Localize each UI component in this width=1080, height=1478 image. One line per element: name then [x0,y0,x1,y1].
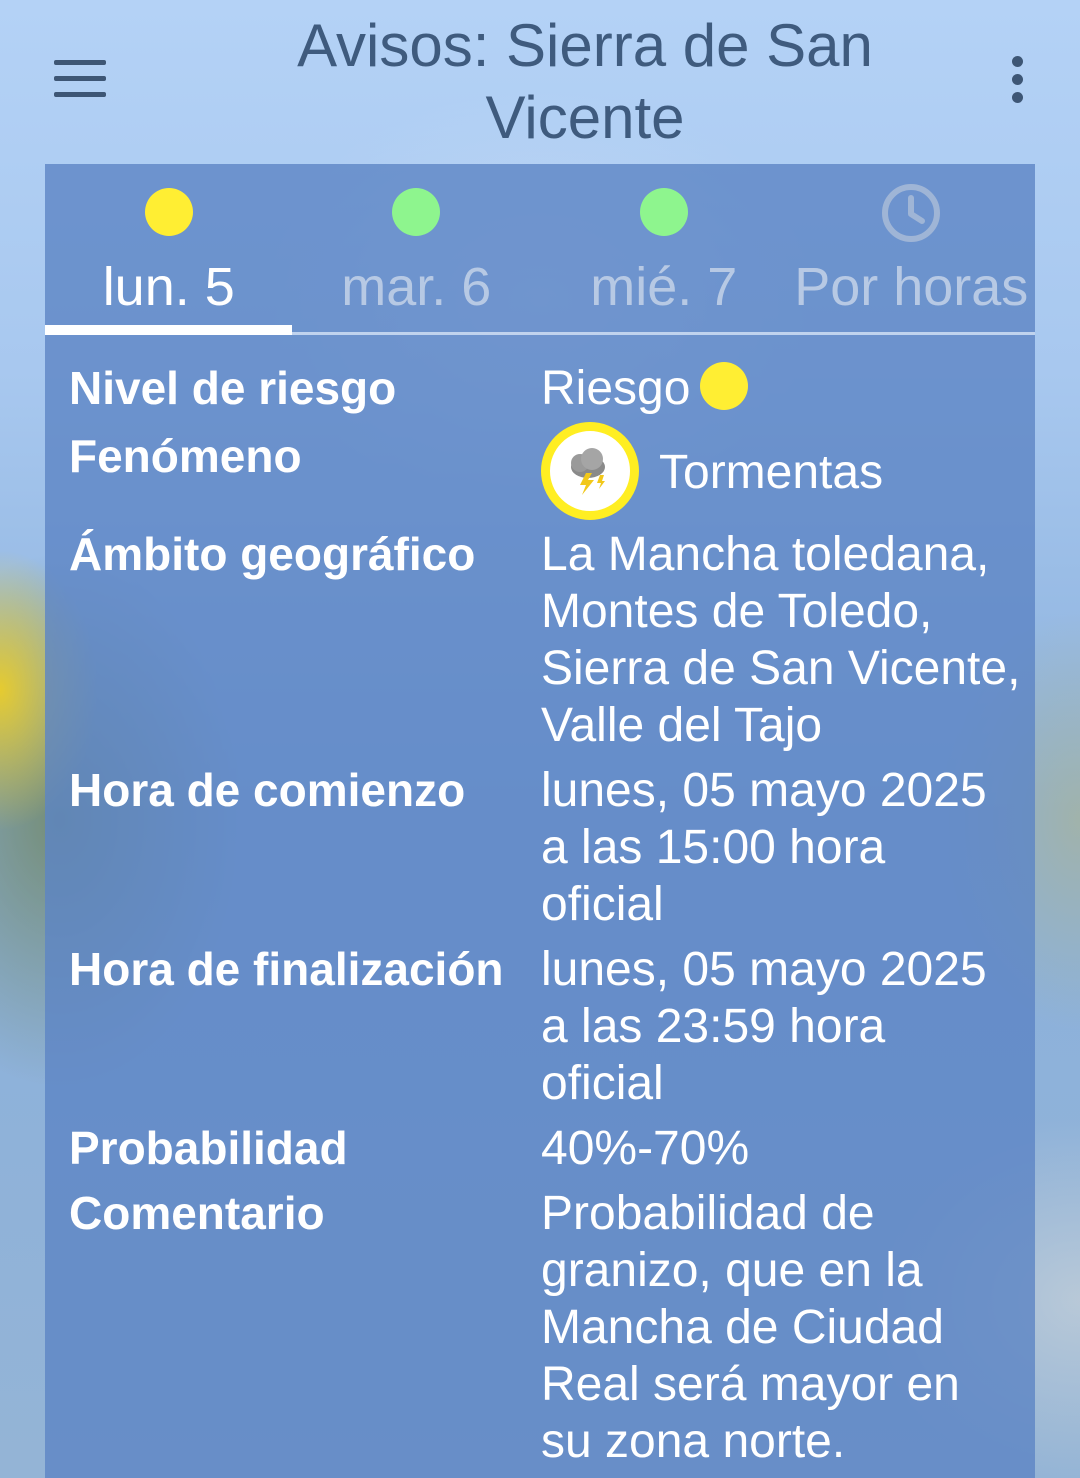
page-title: Avisos: Sierra de San Vicente [297,12,873,151]
hamburger-menu-icon[interactable] [44,52,114,104]
detail-value: La Mancha toledana, Montes de Toledo, Si… [541,528,1021,752]
risk-level-dot [700,362,749,410]
detail-value: Riesgo [541,360,1021,417]
tab-mie-7[interactable]: mié. 7 [540,164,788,336]
warning-card: lun. 5 mar. 6 mié. 7 Por horas Nivel de … [45,164,1035,1478]
tab-lun-5[interactable]: lun. 5 [45,164,293,336]
tab-mar-6[interactable]: mar. 6 [293,164,541,336]
tab-por-horas[interactable]: Por horas [788,164,1036,336]
detail-label: Nivel de riesgo [69,362,397,414]
thunderstorm-icon [541,422,639,520]
tab-label: mar. 6 [341,257,492,317]
detail-label: Probabilidad [69,1122,348,1174]
more-vertical-icon[interactable] [996,50,1040,110]
detail-label: Ámbito geográfico [69,528,476,580]
detail-label: Hora de comienzo [69,764,466,816]
detail-value: 40%-70% [541,1122,750,1175]
risk-indicator-dot [639,188,688,236]
tab-label: lun. 5 [102,257,235,317]
active-tab-indicator [45,325,292,335]
clock-icon [882,184,941,242]
detail-value: lunes, 05 mayo 2025 a las 23:59 hora ofi… [541,943,987,1110]
detail-value: Probabilidad de granizo, que en la Manch… [541,1187,960,1468]
tab-label: mié. 7 [590,257,738,317]
risk-indicator-dot [392,188,441,236]
risk-level-text: Riesgo [541,362,691,415]
detail-label: Fenómeno [69,430,302,482]
detail-label: Hora de finalización [69,943,504,995]
tab-label: Por horas [794,257,1029,317]
detail-value: lunes, 05 mayo 2025 a las 15:00 hora ofi… [541,764,987,931]
detail-label: Comentario [69,1187,325,1239]
risk-indicator-dot [144,188,193,236]
phenomenon-text: Tormentas [659,446,884,499]
app-bar: Avisos: Sierra de San Vicente [0,0,1080,160]
day-tabs: lun. 5 mar. 6 mié. 7 Por horas [45,164,1035,336]
